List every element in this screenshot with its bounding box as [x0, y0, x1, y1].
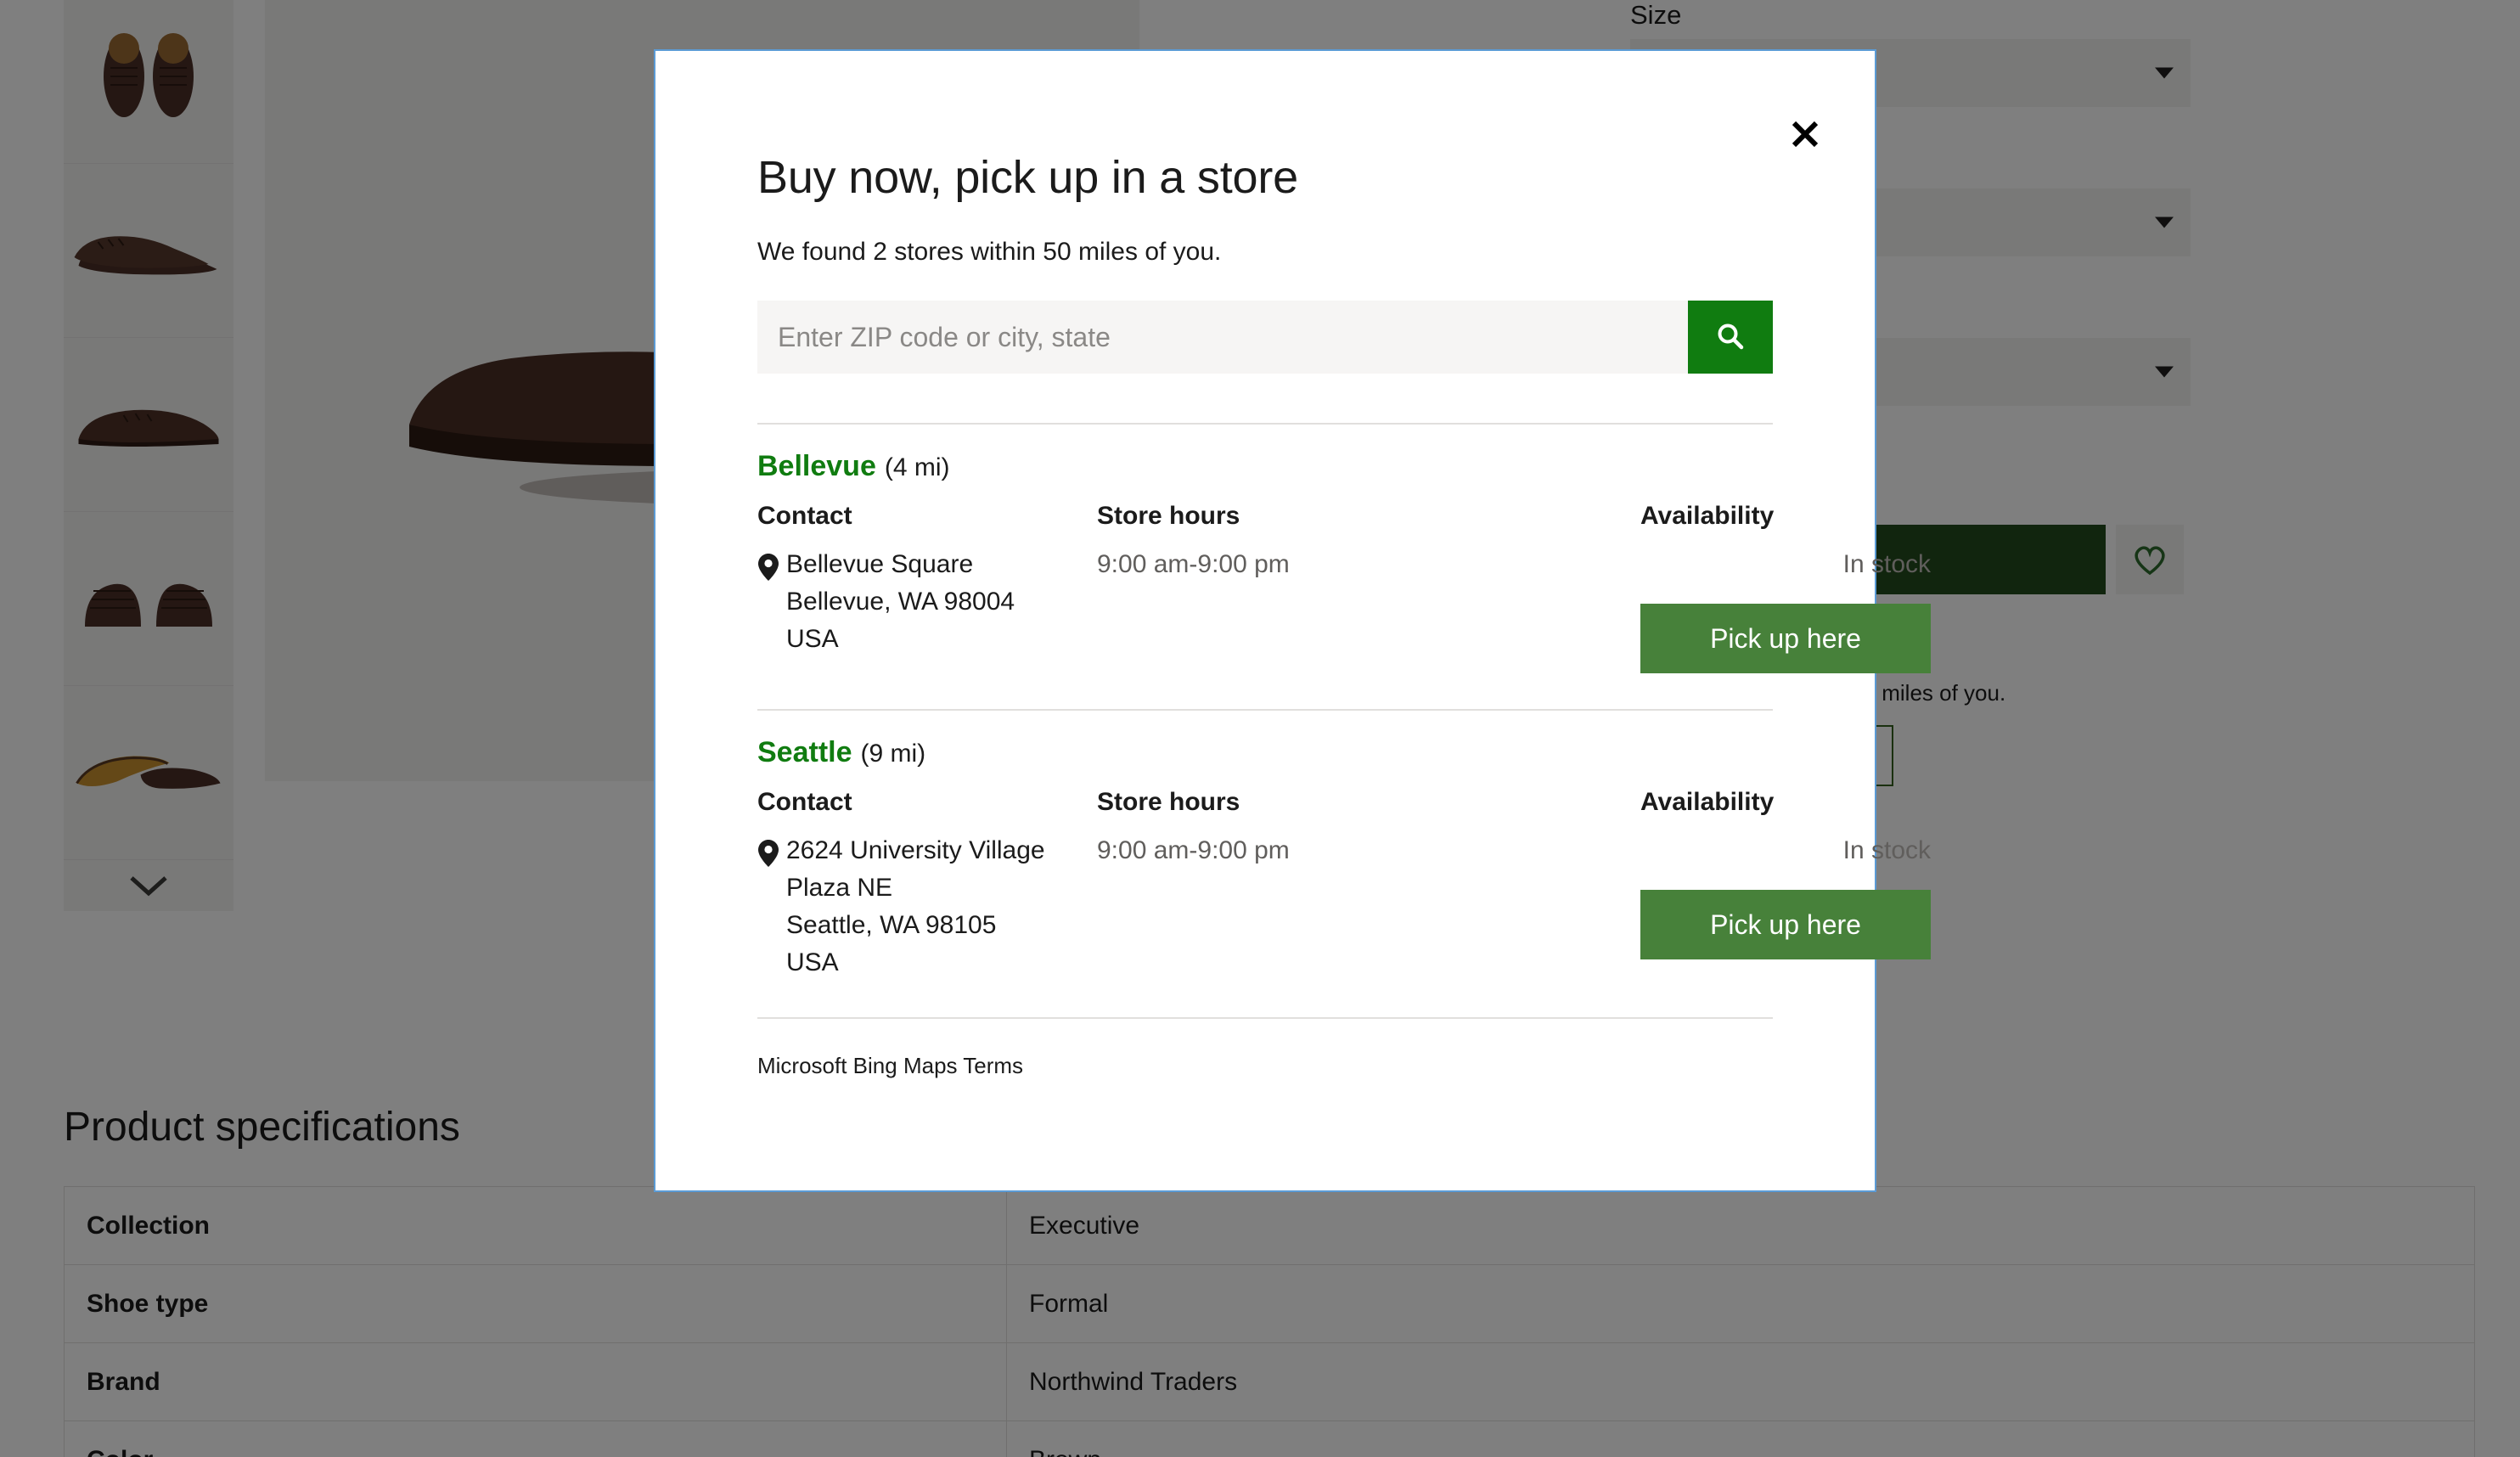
store-address-lines: 2624 University Village Plaza NE Seattle… — [786, 832, 1045, 982]
availability-status: In stock — [1842, 550, 1931, 578]
store-details: 2624 University Village Plaza NE Seattle… — [757, 832, 1931, 982]
close-button[interactable] — [1783, 112, 1827, 156]
store-city[interactable]: Bellevue — [757, 450, 876, 482]
store-result-bellevue: Bellevue (4 mi) Contact Store hours Avail… — [757, 425, 1931, 711]
column-header-contact: Contact — [757, 788, 852, 816]
store-availability: In stock Pick up here — [1640, 546, 1931, 673]
column-header-contact: Contact — [757, 502, 852, 530]
column-header-availability: Availability — [1640, 502, 1775, 530]
store-search-row — [757, 301, 1773, 374]
store-city[interactable]: Seattle — [757, 736, 852, 768]
store-details: Bellevue Square Bellevue, WA 98004 USA 9… — [757, 546, 1931, 673]
location-pin-icon — [757, 546, 786, 673]
zip-search-input[interactable] — [757, 301, 1688, 374]
store-distance: (4 mi) — [884, 453, 950, 481]
address-line: USA — [786, 948, 839, 976]
pick-up-here-button[interactable]: Pick up here — [1640, 604, 1931, 673]
address-line: 2624 University Village — [786, 836, 1045, 864]
close-icon — [1792, 121, 1819, 148]
address-line: Bellevue Square — [786, 550, 974, 578]
modal-title: Buy now, pick up in a store — [757, 152, 1298, 203]
search-button[interactable] — [1688, 301, 1773, 374]
modal-subtitle: We found 2 stores within 50 miles of you… — [757, 238, 1222, 266]
store-heading: Seattle (9 mi) — [757, 736, 1773, 769]
address-line: Bellevue, WA 98004 — [786, 588, 1015, 616]
store-hours: 9:00 am-9:00 pm — [1097, 550, 1290, 578]
store-hours: 9:00 am-9:00 pm — [1097, 836, 1290, 864]
address-line: USA — [786, 625, 839, 653]
address-line: Seattle, WA 98105 — [786, 911, 997, 939]
store-pickup-modal: Buy now, pick up in a store We found 2 s… — [654, 49, 1931, 1192]
store-distance: (9 mi) — [860, 740, 926, 768]
store-column-headers: Contact Store hours Availability — [757, 502, 1775, 531]
bing-maps-terms-link[interactable]: Microsoft Bing Maps Terms — [757, 1053, 1773, 1079]
column-header-hours: Store hours — [1097, 788, 1240, 816]
divider — [757, 1017, 1773, 1019]
page-root: Size Add to Cart — [0, 0, 2520, 1457]
store-address-lines: Bellevue Square Bellevue, WA 98004 USA — [786, 546, 1015, 673]
store-availability: In stock Pick up here — [1640, 832, 1931, 982]
store-address: Bellevue Square Bellevue, WA 98004 USA — [757, 546, 1097, 673]
store-heading: Bellevue (4 mi) — [757, 450, 1773, 483]
store-result-seattle: Seattle (9 mi) Contact Store hours Availa… — [757, 711, 1931, 1019]
column-header-hours: Store hours — [1097, 502, 1240, 530]
search-icon — [1718, 323, 1744, 350]
column-header-availability: Availability — [1640, 788, 1775, 816]
availability-status: In stock — [1842, 836, 1931, 864]
pick-up-here-button[interactable]: Pick up here — [1640, 890, 1931, 959]
store-column-headers: Contact Store hours Availability — [757, 788, 1775, 817]
location-pin-icon — [757, 832, 786, 982]
store-address: 2624 University Village Plaza NE Seattle… — [757, 832, 1097, 982]
address-line: Plaza NE — [786, 874, 893, 902]
